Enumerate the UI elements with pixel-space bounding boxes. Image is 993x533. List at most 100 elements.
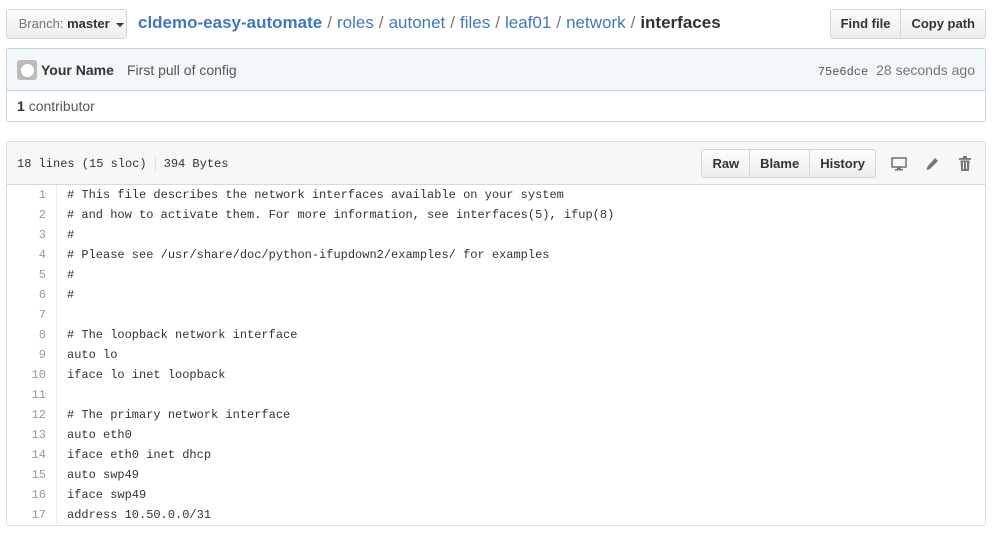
blame-button[interactable]: Blame: [750, 149, 811, 178]
code-line: 5 #: [7, 265, 985, 285]
line-number[interactable]: 1: [7, 185, 57, 205]
commit-sha[interactable]: 75e6dce: [818, 65, 868, 79]
line-number[interactable]: 4: [7, 245, 57, 265]
file-view-buttons: Raw Blame History: [701, 149, 876, 178]
pencil-icon[interactable]: [922, 154, 942, 174]
line-content: #: [67, 228, 75, 242]
branch-select-button[interactable]: Branch: master: [6, 9, 127, 39]
latest-commit: Your Name First pull of config 75e6dce 2…: [7, 49, 985, 91]
avatar-silhouette-icon: [20, 63, 34, 77]
code-line: 14 iface eth0 inet dhcp: [7, 445, 985, 465]
line-number[interactable]: 10: [7, 365, 57, 385]
breadcrumb-separator: /: [630, 13, 636, 32]
line-number[interactable]: 11: [7, 385, 57, 405]
code-line: 9 auto lo: [7, 345, 985, 365]
history-button[interactable]: History: [810, 149, 876, 178]
copy-path-button[interactable]: Copy path: [901, 9, 986, 39]
line-content: [57, 305, 67, 325]
line-content: auto lo: [67, 348, 118, 362]
code-blob: 1 # This file describes the network inter…: [7, 185, 985, 525]
file-info: 18 lines (15 sloc) 394 Bytes: [17, 156, 228, 172]
file-actions: Raw Blame History: [701, 149, 975, 178]
code-line: 7: [7, 305, 985, 325]
line-content: iface eth0 inet dhcp: [67, 448, 212, 462]
commit-author[interactable]: Your Name: [41, 62, 114, 78]
line-number[interactable]: 8: [7, 325, 57, 345]
find-file-button[interactable]: Find file: [829, 9, 902, 39]
code-line: 12 # The primary network interface: [7, 405, 985, 425]
code-line: 3 #: [7, 225, 985, 245]
line-number[interactable]: 12: [7, 405, 57, 425]
line-number[interactable]: 16: [7, 485, 57, 505]
line-number[interactable]: 2: [7, 205, 57, 225]
commit-time: 28 seconds ago: [876, 62, 975, 78]
breadcrumb-separator: /: [327, 13, 332, 32]
line-number[interactable]: 5: [7, 265, 57, 285]
line-content: iface lo inet loopback: [67, 368, 226, 382]
line-number[interactable]: 7: [7, 305, 57, 325]
code-line: 2 # and how to activate them. For more in…: [7, 205, 985, 225]
line-content: # The loopback network interface: [67, 328, 298, 342]
file-header: 18 lines (15 sloc) 394 Bytes Raw Blame Hi…: [7, 142, 985, 185]
commit-message[interactable]: First pull of config: [127, 62, 237, 78]
line-number[interactable]: 14: [7, 445, 57, 465]
breadcrumb-leaf01[interactable]: leaf01: [505, 13, 551, 32]
commit-meta: 75e6dce 28 seconds ago: [818, 62, 975, 79]
line-content: #: [67, 288, 75, 302]
code-line: 17 address 10.50.0.0/31: [7, 505, 985, 525]
file-size: 394 Bytes: [163, 157, 229, 172]
line-number[interactable]: 13: [7, 425, 57, 445]
line-content: auto eth0: [67, 428, 132, 442]
breadcrumb-autonet[interactable]: autonet: [389, 13, 446, 32]
file-lines-info: 18 lines (15 sloc): [17, 157, 147, 172]
breadcrumb-separator: /: [495, 13, 500, 32]
line-content: [57, 385, 67, 405]
code-line: 16 iface swp49: [7, 485, 985, 505]
line-content: #: [67, 268, 75, 282]
branch-prefix: Branch:: [18, 16, 64, 31]
line-content: # and how to activate them. For more inf…: [67, 208, 615, 222]
line-content: address 10.50.0.0/31: [67, 508, 212, 522]
breadcrumb-separator: /: [450, 13, 456, 32]
file-viewer: 18 lines (15 sloc) 394 Bytes Raw Blame Hi…: [6, 141, 986, 526]
breadcrumb-network[interactable]: network: [566, 13, 626, 32]
line-number[interactable]: 3: [7, 225, 57, 245]
line-content: auto swp49: [67, 468, 140, 482]
avatar[interactable]: [17, 60, 37, 80]
contributors[interactable]: 1 contributor: [7, 91, 985, 121]
code-line: 13 auto eth0: [7, 425, 985, 445]
desktop-icon[interactable]: [889, 154, 909, 174]
code-line: 1 # This file describes the network inter…: [7, 185, 985, 205]
code-line: 15 auto swp49: [7, 465, 985, 485]
line-number[interactable]: 17: [7, 505, 57, 525]
breadcrumb: cldemo-easy-automate / roles / autonet / files…: [138, 13, 721, 33]
code-line: 10 iface lo inet loopback: [7, 365, 985, 385]
line-content: # The primary network interface: [67, 408, 291, 422]
raw-button[interactable]: Raw: [701, 149, 751, 178]
caret-down-icon: [116, 22, 125, 27]
code-line: 8 # The loopback network interface: [7, 325, 985, 345]
line-number[interactable]: 6: [7, 285, 57, 305]
line-number[interactable]: 9: [7, 345, 57, 365]
trash-icon[interactable]: [955, 154, 975, 174]
breadcrumb-files[interactable]: files: [460, 13, 490, 32]
breadcrumb-current-file: interfaces: [640, 13, 721, 32]
path-actions: Find file Copy path: [829, 9, 986, 39]
code-line: 11: [7, 385, 985, 405]
breadcrumb-roles[interactable]: roles: [337, 13, 374, 32]
breadcrumb-separator: /: [378, 13, 384, 32]
line-content: # This file describes the network interf…: [67, 188, 564, 202]
file-navigation: Branch: master cldemo-easy-automate / role…: [6, 8, 986, 40]
line-number[interactable]: 15: [7, 465, 57, 485]
breadcrumb-separator: /: [556, 13, 562, 32]
contributors-count: 1: [17, 98, 25, 114]
breadcrumb-repo[interactable]: cldemo-easy-automate: [138, 13, 322, 32]
line-content: # Please see /usr/share/doc/python-ifupd…: [67, 248, 550, 262]
divider: [154, 156, 156, 172]
line-content: iface swp49: [67, 488, 147, 502]
code-line: 6 #: [7, 285, 985, 305]
branch-name: master: [67, 16, 110, 31]
contributors-label: contributor: [28, 98, 95, 114]
code-line: 4 # Please see /usr/share/doc/python-ifup…: [7, 245, 985, 265]
commit-tease: Your Name First pull of config 75e6dce 2…: [6, 48, 986, 122]
